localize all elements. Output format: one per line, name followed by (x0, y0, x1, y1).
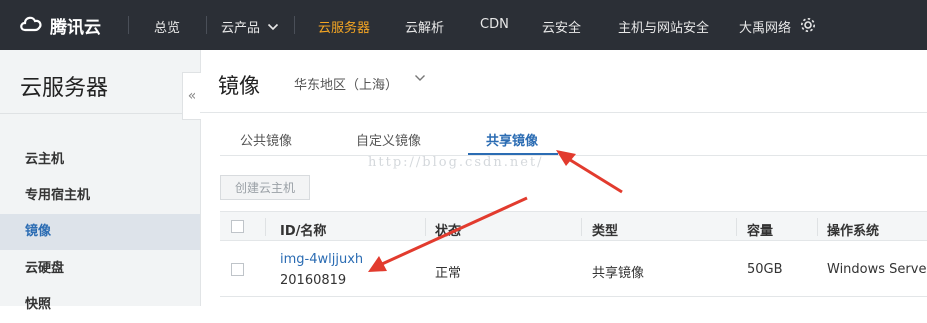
top-navigation-bar: 腾讯云 总览 云产品 云服务器 云解析 CDN 云安全 主机与网站安全 大禹网络 (0, 0, 927, 50)
column-header-type[interactable]: 类型 (592, 220, 618, 239)
annotation-arrow (556, 150, 623, 194)
column-header-status[interactable]: 状态 (435, 220, 461, 239)
sidebar-item-dedicated-host[interactable]: 专用宿主机 (0, 178, 200, 214)
row-checkbox[interactable] (231, 263, 244, 276)
sidebar-divider (0, 113, 200, 114)
image-status: 正常 (435, 266, 462, 281)
nav-item-overview[interactable]: 总览 (154, 17, 180, 36)
region-selector[interactable]: 华东地区（上海） (294, 74, 398, 93)
image-capacity: 50GB (747, 262, 783, 277)
sidebar-item-label: 云硬盘 (25, 261, 65, 276)
nav-divider (206, 16, 207, 34)
tab-shared-images[interactable]: 共享镜像 (486, 130, 538, 149)
sidebar-item-label: 快照 (25, 297, 52, 312)
brand-name: 腾讯云 (50, 18, 101, 38)
row-divider (220, 296, 927, 297)
column-divider (817, 218, 818, 236)
column-divider (581, 218, 582, 236)
image-type: 共享镜像 (592, 266, 645, 281)
column-header-capacity[interactable]: 容量 (747, 220, 773, 239)
sidebar: 云服务器 云主机 专用宿主机 镜像 云硬盘 快照 (0, 50, 201, 312)
create-instance-button-label: 创建云主机 (234, 181, 295, 195)
chevron-down-icon (268, 23, 279, 31)
nav-item-dns[interactable]: 云解析 (405, 17, 444, 36)
sidebar-item-label: 云主机 (25, 152, 65, 167)
create-instance-button[interactable]: 创建云主机 (220, 175, 310, 200)
tab-public-images[interactable]: 公共镜像 (240, 130, 292, 149)
sidebar-item-label: 专用宿主机 (25, 188, 91, 203)
nav-item-products-label: 云产品 (221, 21, 261, 36)
header-divider (200, 112, 927, 113)
column-divider (736, 218, 737, 236)
select-all-checkbox[interactable] (231, 220, 244, 233)
double-chevron-left-icon: « (187, 88, 197, 104)
nav-divider (128, 16, 129, 34)
image-name: 20160819 (280, 273, 347, 288)
page-title: 镜像 (218, 74, 260, 98)
nav-item-products[interactable]: 云产品 (221, 17, 279, 36)
nav-divider (294, 16, 295, 34)
column-divider (425, 218, 426, 236)
column-divider (265, 218, 266, 236)
nav-item-host-security[interactable]: 主机与网站安全 (618, 17, 709, 36)
sidebar-item-instances[interactable]: 云主机 (0, 142, 200, 178)
brand-logo[interactable]: 腾讯云 (18, 12, 101, 39)
column-header-id-name[interactable]: ID/名称 (280, 220, 326, 239)
tab-custom-images[interactable]: 自定义镜像 (356, 130, 421, 149)
tabs-divider (220, 155, 927, 156)
gear-icon[interactable] (799, 16, 817, 38)
chevron-down-icon[interactable] (414, 72, 426, 84)
table-header: ID/名称 状态 类型 容量 操作系统 (220, 211, 927, 241)
watermark-text: http://blog.csdn.net/ (368, 155, 544, 170)
sidebar-item-disks[interactable]: 云硬盘 (0, 251, 200, 287)
nav-item-cvm[interactable]: 云服务器 (318, 17, 370, 36)
sidebar-item-images[interactable]: 镜像 (0, 214, 200, 250)
region-label: 华东地区（上海） (294, 78, 399, 93)
sidebar-title: 云服务器 (20, 76, 109, 101)
sidebar-item-snapshots[interactable]: 快照 (0, 287, 200, 323)
image-os: Windows Server (827, 262, 927, 277)
cloud-icon (18, 12, 44, 39)
sidebar-item-label: 镜像 (25, 224, 52, 239)
nav-item-cdn[interactable]: CDN (480, 17, 509, 32)
nav-item-dayu[interactable]: 大禹网络 (739, 17, 791, 36)
nav-item-security[interactable]: 云安全 (542, 17, 581, 36)
image-id-link[interactable]: img-4wljjuxh (280, 252, 363, 267)
column-header-os[interactable]: 操作系统 (827, 220, 879, 239)
collapse-sidebar-button[interactable]: « (182, 72, 201, 120)
